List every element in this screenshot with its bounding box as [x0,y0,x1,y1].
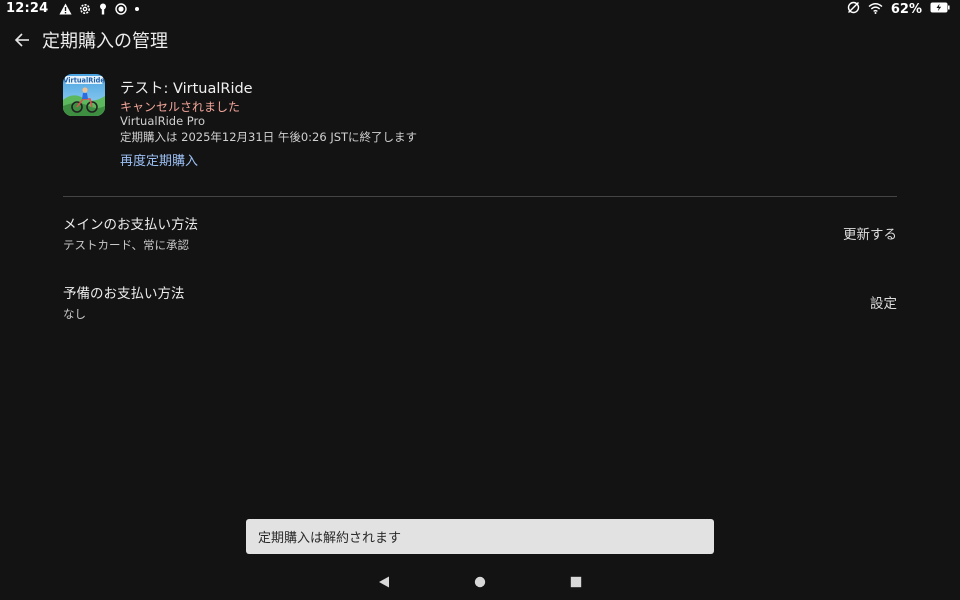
home-circle-icon [474,576,486,588]
nav-home-button[interactable] [472,574,488,590]
virtualride-app-icon: VirtualRide [63,74,105,116]
page-title: 定期購入の管理 [42,31,168,52]
backup-payment-title: 予備のお支払い方法 [63,286,185,302]
divider [63,196,897,197]
nav-back-button[interactable] [376,574,392,590]
subscription-end-info: 定期購入は 2025年12月31日 午後0:26 JSTに終了します [120,130,418,144]
snackbar-message: 定期購入は解約されます [258,531,402,546]
navigation-bar [0,568,960,596]
recents-square-icon [570,576,582,588]
backup-payment-value: なし [63,307,86,321]
app-bar: 定期購入の管理 [0,24,960,56]
backup-payment-row[interactable]: 予備のお支払い方法 なし 設定 [63,282,897,326]
primary-payment-value: テストカード、常に承認 [63,238,190,252]
record-icon [115,2,128,15]
resubscribe-button[interactable]: 再度定期購入 [120,150,198,169]
primary-payment-row[interactable]: メインのお支払い方法 テストカード、常に承認 更新する [63,213,897,257]
screen: 12:24 62% 定期購入の管理 VirtualRide テスト: Virtu… [0,0,960,600]
warning-icon [59,3,72,15]
key-icon [98,3,108,15]
wifi-icon [868,2,883,18]
battery-charging-icon [930,2,950,17]
no-sim-icon [847,1,860,18]
snackbar: 定期購入は解約されます [246,519,714,554]
subscription-details: テスト: VirtualRide キャンセルされました VirtualRide … [120,77,417,169]
back-button[interactable] [10,28,34,52]
battery-percent: 62% [890,2,922,17]
set-backup-payment-button[interactable]: 設定 [870,292,897,312]
primary-payment-title: メインのお支払い方法 [63,217,198,233]
status-bar-left: 12:24 [6,1,140,16]
nav-recents-button[interactable] [568,574,584,590]
app-icon-text: VirtualRide [63,77,105,85]
update-payment-button[interactable]: 更新する [843,223,897,243]
subscription-status: キャンセルされました [120,100,241,114]
subscription-product: VirtualRide Pro [120,114,206,128]
status-bar-right: 62% [847,1,950,18]
status-bar: 12:24 62% [0,0,960,20]
status-time: 12:24 [6,1,49,16]
gear-icon [79,3,91,15]
dot-icon [134,6,140,12]
back-triangle-icon [379,576,389,588]
arrow-left-icon [14,33,29,47]
subscription-title: テスト: VirtualRide [120,81,253,97]
